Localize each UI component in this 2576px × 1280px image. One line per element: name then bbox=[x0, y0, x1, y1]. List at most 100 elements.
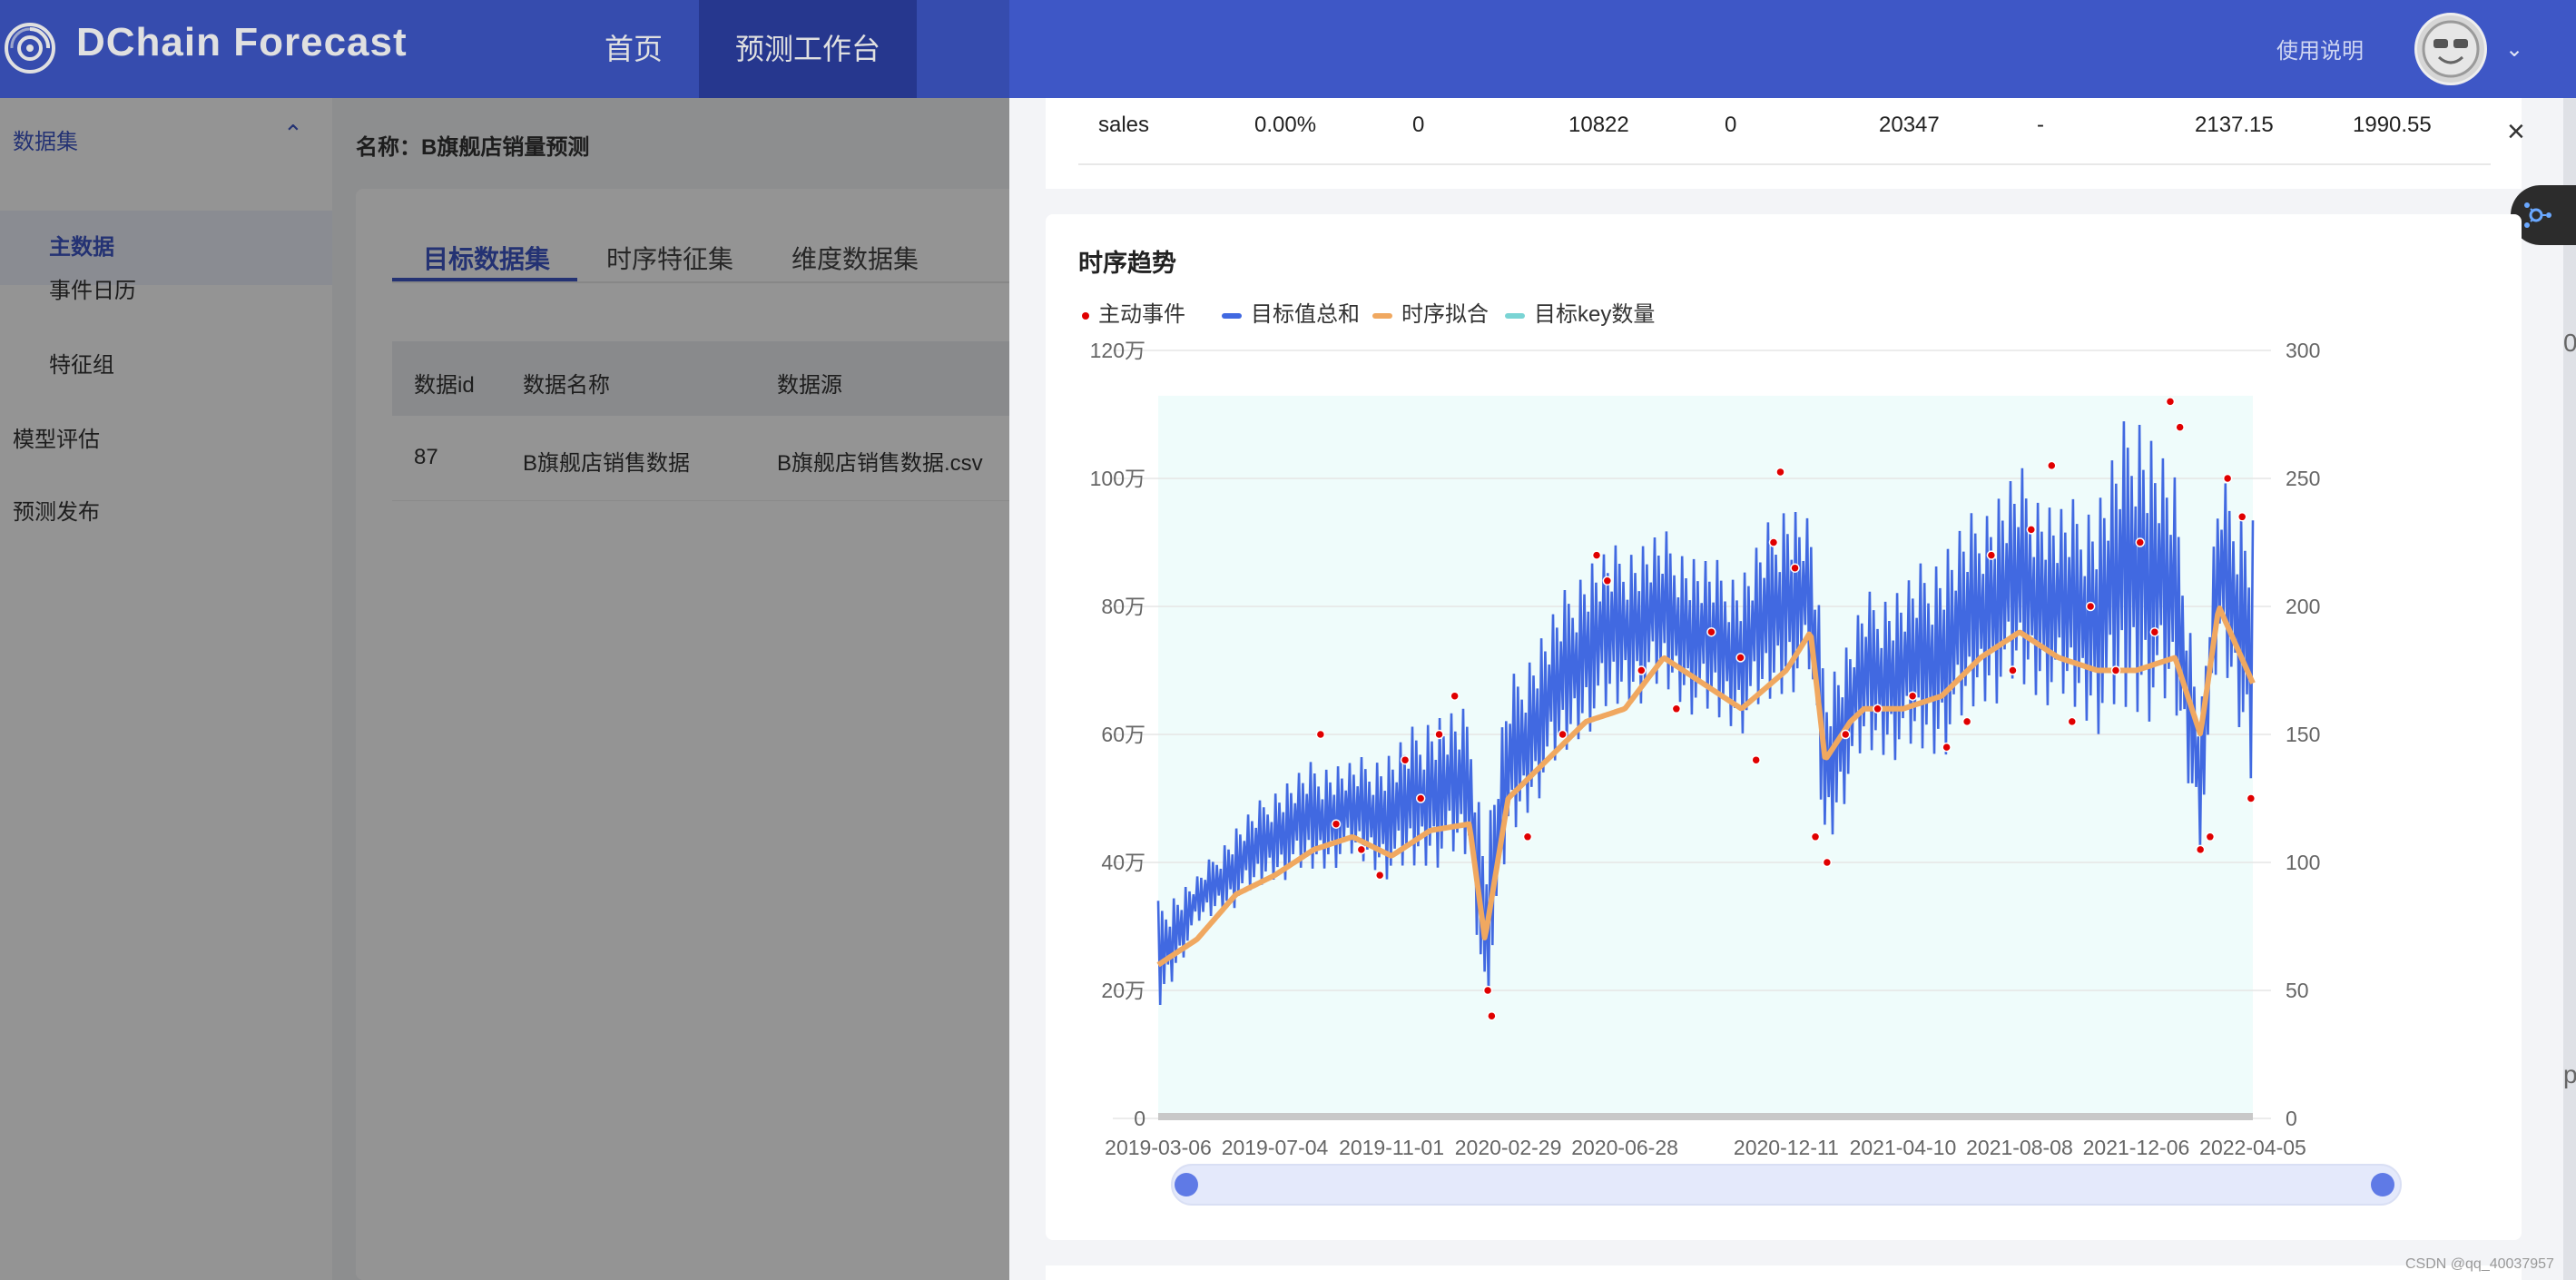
event-point bbox=[1735, 653, 1745, 663]
event-point bbox=[1942, 742, 1952, 753]
event-point bbox=[1961, 716, 1972, 727]
smiley-avatar-icon[interactable] bbox=[2414, 13, 2487, 85]
y-left-tick-label: 20万 bbox=[1101, 979, 1145, 1002]
event-point bbox=[2237, 512, 2247, 522]
y-right-tick-label: 50 bbox=[2286, 979, 2309, 1002]
event-point bbox=[2205, 832, 2216, 842]
next-panel bbox=[1046, 1265, 2522, 1280]
legend-item-fit[interactable]: 时序拟合 bbox=[1372, 296, 1489, 327]
legend-swatch bbox=[1372, 312, 1392, 319]
x-tick-label: 2021-04-10 bbox=[1850, 1136, 1957, 1159]
event-point bbox=[2085, 601, 2096, 612]
event-point bbox=[2195, 844, 2206, 855]
event-point bbox=[1637, 665, 1647, 675]
help-link[interactable]: 使用说明 bbox=[2276, 33, 2364, 64]
event-point bbox=[2026, 525, 2037, 535]
plot-area bbox=[1158, 396, 2253, 1118]
event-point bbox=[1400, 754, 1411, 765]
y-right-tick-label: 250 bbox=[2286, 467, 2320, 490]
legend-item-events[interactable]: 主动事件 bbox=[1082, 296, 1185, 327]
event-point bbox=[1822, 857, 1833, 868]
watermark: CSDN @qq_40037957 bbox=[2405, 1256, 2554, 1272]
edge-clipped-text: 0 bbox=[2563, 329, 2576, 357]
event-point bbox=[1751, 754, 1761, 765]
x-tick-label: 2019-03-06 bbox=[1105, 1136, 1212, 1159]
event-point bbox=[1356, 844, 1367, 855]
event-point bbox=[1482, 985, 1493, 996]
stat-value: 20347 bbox=[1879, 113, 1940, 137]
stats-divider bbox=[1078, 163, 2491, 165]
event-point bbox=[1706, 626, 1716, 637]
event-point bbox=[1591, 550, 1602, 560]
event-point bbox=[2222, 473, 2233, 484]
event-point bbox=[1907, 691, 1918, 701]
legend-item-total[interactable]: 目标值总和 bbox=[1222, 296, 1360, 327]
event-point bbox=[1315, 729, 1326, 740]
y-left-tick-label: 40万 bbox=[1101, 851, 1145, 874]
x-axis-bar bbox=[1158, 1113, 2253, 1120]
y-left-tick-label: 100万 bbox=[1090, 467, 1145, 490]
legend-swatch bbox=[1082, 311, 1089, 320]
y-right-tick-label: 0 bbox=[2286, 1107, 2297, 1130]
legend-swatch bbox=[1222, 312, 1242, 319]
event-point bbox=[1450, 691, 1460, 701]
event-point bbox=[2067, 716, 2078, 727]
event-point bbox=[1768, 537, 1779, 547]
chevron-down-icon[interactable]: ⌄ bbox=[2505, 36, 2523, 63]
stat-value: 10822 bbox=[1568, 113, 1629, 137]
y-right-tick-label: 100 bbox=[2286, 851, 2320, 874]
x-tick-label: 2022-04-05 bbox=[2199, 1136, 2306, 1159]
event-point bbox=[1840, 729, 1851, 740]
modal-mask[interactable] bbox=[0, 98, 1009, 1280]
event-point bbox=[1522, 832, 1533, 842]
legend-label: 目标值总和 bbox=[1251, 302, 1360, 327]
chart-title: 时序趋势 bbox=[1078, 250, 1176, 277]
event-point bbox=[1434, 729, 1444, 740]
event-point bbox=[2135, 537, 2146, 547]
event-point bbox=[1790, 563, 1800, 573]
stat-field: sales bbox=[1098, 113, 1150, 137]
legend-swatch bbox=[1505, 312, 1525, 319]
edge-clipped-text: p bbox=[2563, 1060, 2576, 1088]
slider-start-handle[interactable] bbox=[1175, 1173, 1198, 1196]
stat-value: 1990.55 bbox=[2353, 113, 2432, 137]
y-right-tick-label: 150 bbox=[2286, 723, 2320, 746]
trend-chart[interactable]: 0 20万 40万 60万 80万 100万 120万 0 50 100 150 200 250 300 2… bbox=[1062, 332, 2505, 1204]
slider-end-handle[interactable] bbox=[2371, 1173, 2394, 1196]
legend-item-key-count[interactable]: 目标key数量 bbox=[1505, 296, 1655, 327]
event-point bbox=[2175, 422, 2185, 432]
legend-label: 目标key数量 bbox=[1534, 302, 1656, 327]
close-icon[interactable]: × bbox=[2507, 114, 2525, 150]
x-tick-label: 2020-02-29 bbox=[1455, 1136, 1562, 1159]
stat-value: - bbox=[2037, 113, 2044, 137]
event-point bbox=[1873, 704, 1883, 714]
x-tick-label: 2019-07-04 bbox=[1222, 1136, 1329, 1159]
event-point bbox=[2165, 397, 2176, 407]
stat-value: 0 bbox=[1725, 113, 1737, 137]
y-left-tick-label: 60万 bbox=[1101, 723, 1145, 746]
drawer-edge bbox=[2563, 98, 2576, 1280]
event-point bbox=[1331, 819, 1342, 829]
event-point bbox=[2246, 793, 2256, 803]
event-point bbox=[1374, 870, 1385, 881]
event-point bbox=[2008, 665, 2018, 675]
date-range-slider[interactable] bbox=[1171, 1164, 2402, 1206]
event-point bbox=[2110, 665, 2121, 675]
stat-value: 2137.15 bbox=[2195, 113, 2274, 137]
event-point bbox=[1775, 467, 1785, 478]
x-tick-label: 2020-06-28 bbox=[1571, 1136, 1678, 1159]
x-tick-label: 2021-12-06 bbox=[2083, 1136, 2190, 1159]
event-point bbox=[1487, 1010, 1497, 1021]
event-point bbox=[1810, 832, 1821, 842]
event-point bbox=[1558, 729, 1568, 740]
modal-mask-top bbox=[0, 0, 1009, 98]
stat-value: 0 bbox=[1412, 113, 1425, 137]
event-point bbox=[1986, 550, 1997, 560]
x-tick-label: 2021-08-08 bbox=[1966, 1136, 2073, 1159]
event-point bbox=[1415, 793, 1426, 803]
y-right-tick-label: 200 bbox=[2286, 595, 2320, 618]
x-tick-label: 2020-12-11 bbox=[1734, 1136, 1839, 1159]
stat-missing-rate: 0.00% bbox=[1254, 113, 1317, 137]
event-point bbox=[2047, 460, 2057, 471]
y-right-tick-label: 300 bbox=[2286, 339, 2320, 362]
